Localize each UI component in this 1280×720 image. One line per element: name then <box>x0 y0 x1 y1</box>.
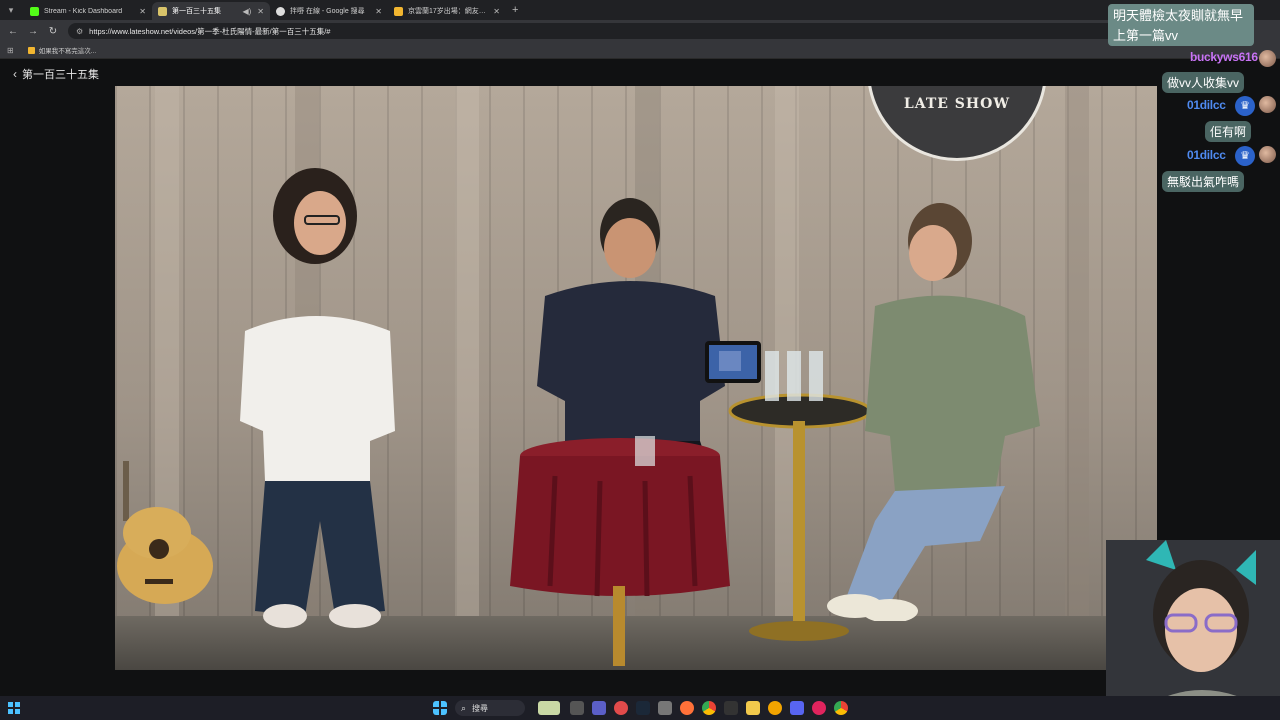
chat-username[interactable]: 01dilcc <box>1187 98 1226 112</box>
search-label: 搜尋 <box>472 703 489 713</box>
obs-icon[interactable] <box>812 701 826 715</box>
tab-title: 拌嘢 在線 - Google 搜尋 <box>290 8 365 15</box>
chat-message: 做vv人收集vv <box>1162 72 1245 93</box>
page-title: 第一百三十五集 <box>22 69 99 81</box>
browser-toolbar: ← → ↻ ⚙ https://www.lateshow.net/videos/… <box>0 20 1280 42</box>
host-green-shirt <box>827 203 1040 621</box>
chat-username[interactable]: 01dilcc <box>1187 148 1226 162</box>
app-icon[interactable] <box>658 701 672 715</box>
widget-icon[interactable] <box>538 701 560 715</box>
taskbar-search[interactable]: ⌕ 搜尋 <box>455 700 525 716</box>
chat-avatar <box>1259 146 1276 163</box>
google-icon <box>276 6 285 16</box>
logo-text: LATE SHOW <box>903 96 1011 112</box>
chat-message-text: 佢有啊 <box>1210 125 1247 139</box>
bookmarks-bar: ⊞ 如果我不寫完這次... <box>0 42 1280 59</box>
chat-message-text: 做vv人收集vv <box>1167 76 1240 90</box>
reload-icon[interactable]: ↻ <box>46 26 60 37</box>
app-icon[interactable] <box>724 701 738 715</box>
windows-taskbar: ⌕ 搜尋 <box>0 696 1280 720</box>
host-navy-shirt <box>537 198 725 456</box>
url-text: https://www.lateshow.net/videos/第一季-杜氏陽情… <box>89 26 331 36</box>
crown-badge-icon: ♛ <box>1235 96 1255 116</box>
address-bar[interactable]: ⚙ https://www.lateshow.net/videos/第一季-杜氏… <box>68 23 1168 39</box>
news-icon <box>394 6 403 16</box>
back-chevron-icon[interactable]: ‹ <box>13 67 17 81</box>
kick-icon <box>30 6 39 16</box>
host-white-shirt <box>240 168 395 628</box>
chrome-icon[interactable] <box>702 701 716 715</box>
tab-search-icon[interactable]: ▾ <box>4 3 18 17</box>
chat-message-text: 明天體檢太夜瞓就無早上第一篇vv <box>1113 8 1244 43</box>
chat-avatar <box>1259 50 1276 67</box>
crown-badge-icon: ♛ <box>1235 146 1255 166</box>
windows-start-icon[interactable] <box>8 702 20 714</box>
streamer-webcam <box>1106 540 1280 720</box>
bookmark-item[interactable]: 如果我不寫完這次... <box>27 45 97 55</box>
app-icon[interactable] <box>768 701 782 715</box>
wall-plank <box>455 86 479 616</box>
tab-current-video[interactable]: 第一百三十五集 ◀) ✕ <box>152 2 270 20</box>
close-tab-icon[interactable]: ✕ <box>257 7 264 16</box>
lateshow-icon <box>158 6 167 16</box>
chat-message-text: 無駁出氣咋嗎 <box>1167 175 1240 189</box>
page-header: ‹ 第一百三十五集 <box>13 66 99 82</box>
tab-news-article[interactable]: 京雲蘭17岁出場：網友怒轟吳... ✕ <box>388 2 506 20</box>
tab-title: 京雲蘭17岁出場：網友怒轟吳... <box>408 8 487 15</box>
chat-avatar <box>1259 96 1276 113</box>
chat-username[interactable]: buckyws616 <box>1190 50 1258 64</box>
firefox-icon[interactable] <box>680 701 694 715</box>
chat-message: 無駁出氣咋嗎 <box>1162 171 1245 192</box>
chat-message: 明天體檢太夜瞓就無早上第一篇vv <box>1108 4 1254 46</box>
tab-google-search[interactable]: 拌嘢 在線 - Google 搜尋 ✕ <box>270 2 388 20</box>
apps-grid-icon[interactable]: ⊞ <box>7 46 14 55</box>
tab-kick-dashboard[interactable]: Stream - Kick Dashboard ✕ <box>24 2 152 20</box>
audio-icon[interactable]: ◀) <box>242 7 251 16</box>
chat-app-icon[interactable] <box>592 701 606 715</box>
windows-logo-icon[interactable] <box>433 701 447 715</box>
back-arrow-icon[interactable]: ← <box>6 26 20 37</box>
tab-title: Stream - Kick Dashboard <box>44 7 123 15</box>
discord-icon[interactable] <box>790 701 804 715</box>
bookmark-folder-icon <box>27 46 35 54</box>
forward-arrow-icon[interactable]: → <box>26 26 40 37</box>
late-show-logo: LATE SHOW <box>867 86 1047 161</box>
browser-tab-strip: ▾ Stream - Kick Dashboard ✕ 第一百三十五集 ◀) ✕… <box>0 0 1280 20</box>
wall-plank <box>1065 86 1089 616</box>
app-icon[interactable] <box>614 701 628 715</box>
site-info-icon[interactable]: ⚙ <box>76 27 83 36</box>
tab-title: 第一百三十五集 <box>172 8 221 15</box>
file-explorer-icon[interactable] <box>746 701 760 715</box>
task-view-icon[interactable] <box>570 701 584 715</box>
close-tab-icon[interactable]: ✕ <box>375 7 382 16</box>
search-icon: ⌕ <box>461 702 467 713</box>
steam-icon[interactable] <box>636 701 650 715</box>
video-player[interactable]: LATE SHOW <box>115 86 1157 670</box>
chat-message: 佢有啊 <box>1205 121 1252 142</box>
new-tab-button[interactable]: + <box>512 4 518 16</box>
close-tab-icon[interactable]: ✕ <box>493 7 500 16</box>
red-cloth-table <box>510 436 730 666</box>
bookmark-label: 如果我不寫完這次... <box>38 48 97 55</box>
chrome-icon[interactable] <box>834 701 848 715</box>
close-tab-icon[interactable]: ✕ <box>139 7 146 16</box>
